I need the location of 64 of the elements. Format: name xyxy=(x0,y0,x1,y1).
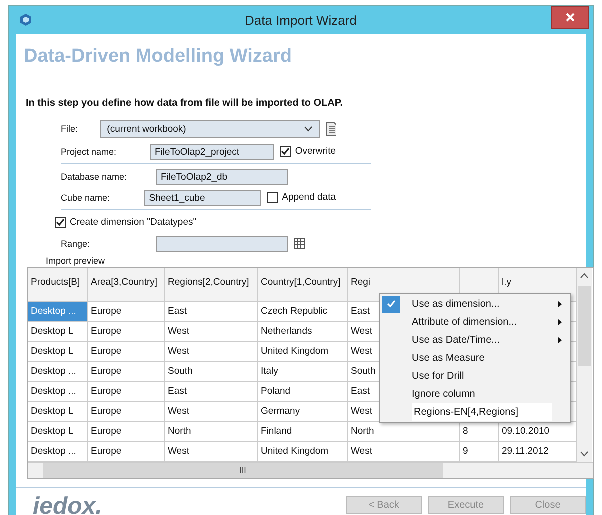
table-cell: Europe xyxy=(88,322,165,342)
close-button[interactable] xyxy=(551,6,589,29)
field-label: Project name: xyxy=(61,146,118,156)
table-cell: West xyxy=(165,402,258,422)
range-field[interactable] xyxy=(156,236,288,252)
window-title: Data Import Wizard xyxy=(244,12,358,28)
table-cell: Germany xyxy=(258,402,348,422)
table-cell: West xyxy=(165,342,258,362)
logo: iedox. xyxy=(33,496,102,515)
table-cell: Poland xyxy=(258,382,348,402)
table-cell: South xyxy=(165,362,258,382)
overwrite-checkbox[interactable] xyxy=(280,146,292,157)
checkbox-label: Create dimension "Datatypes" xyxy=(70,217,197,228)
rename-field[interactable]: Regions-EN[4,Regions] xyxy=(412,403,552,421)
chevron-icon xyxy=(304,126,313,132)
table-cell: Europe xyxy=(88,422,165,442)
grid-icon[interactable] xyxy=(294,238,305,249)
project-name-field[interactable]: FileToOlap2_project xyxy=(150,144,274,160)
cube-name-field[interactable]: Sheet1_cube xyxy=(144,190,262,206)
table-cell: United Kingdom xyxy=(258,342,348,362)
table-cell: Europe xyxy=(88,402,165,422)
field-label: File: xyxy=(61,124,80,134)
column-header[interactable]: Area[3,Country] xyxy=(88,268,165,302)
table-cell: Czech Republic xyxy=(258,302,348,322)
vertical-scrollbar[interactable] xyxy=(577,268,592,462)
column-header[interactable]: Country[1,Country] xyxy=(258,268,348,302)
table-cell: East xyxy=(165,302,258,322)
field-label: Cube name: xyxy=(61,192,112,202)
section-label: Import preview xyxy=(46,256,106,266)
table-cell: Europe xyxy=(88,342,165,362)
table-cell: Desktop L xyxy=(28,322,88,342)
scroll-down-icon[interactable] xyxy=(580,451,589,457)
app-icon xyxy=(19,13,33,27)
file-dropdown[interactable]: (current workbook) xyxy=(100,120,320,138)
close-icon xyxy=(566,13,574,22)
document-icon[interactable] xyxy=(326,122,336,136)
table-cell: Netherlands xyxy=(258,322,348,342)
table-cell: North xyxy=(165,422,258,442)
table-cell: Desktop L xyxy=(28,402,88,422)
table-cell: Europe xyxy=(88,382,165,402)
table-cell: Desktop ... xyxy=(28,362,88,382)
table-cell: Europe xyxy=(88,362,165,382)
append-data-checkbox[interactable] xyxy=(267,192,278,203)
checkbox-label: Overwrite xyxy=(295,146,336,157)
table-cell: Desktop ... xyxy=(28,382,88,402)
horizontal-scrollbar[interactable]: III xyxy=(28,462,593,478)
column-header[interactable]: Regions[2,Country] xyxy=(165,268,258,302)
checkbox-label: Append data xyxy=(282,192,336,203)
table-cell: Desktop ... xyxy=(28,302,88,322)
column-header[interactable]: Products[B] xyxy=(28,268,88,302)
intro-text: In this step you define how data from file will be imported to OLAP. xyxy=(26,98,344,109)
table-cell: East xyxy=(165,382,258,402)
field-label: Database name: xyxy=(61,172,128,182)
table-cell: Finland xyxy=(258,422,348,442)
table-cell: Italy xyxy=(258,362,348,382)
table-cell: Desktop L xyxy=(28,342,88,362)
database-name-field[interactable]: FileToOlap2_db xyxy=(156,168,288,184)
table-cell: Desktop L xyxy=(28,422,88,442)
table-cell: West xyxy=(165,322,258,342)
table-cell: Europe xyxy=(88,302,165,322)
scroll-up-icon[interactable] xyxy=(580,273,589,279)
wizard-heading: Data-Driven Modelling Wizard xyxy=(23,45,293,68)
field-label: Range: xyxy=(61,238,92,248)
create-dimension-checkbox[interactable] xyxy=(55,217,66,228)
